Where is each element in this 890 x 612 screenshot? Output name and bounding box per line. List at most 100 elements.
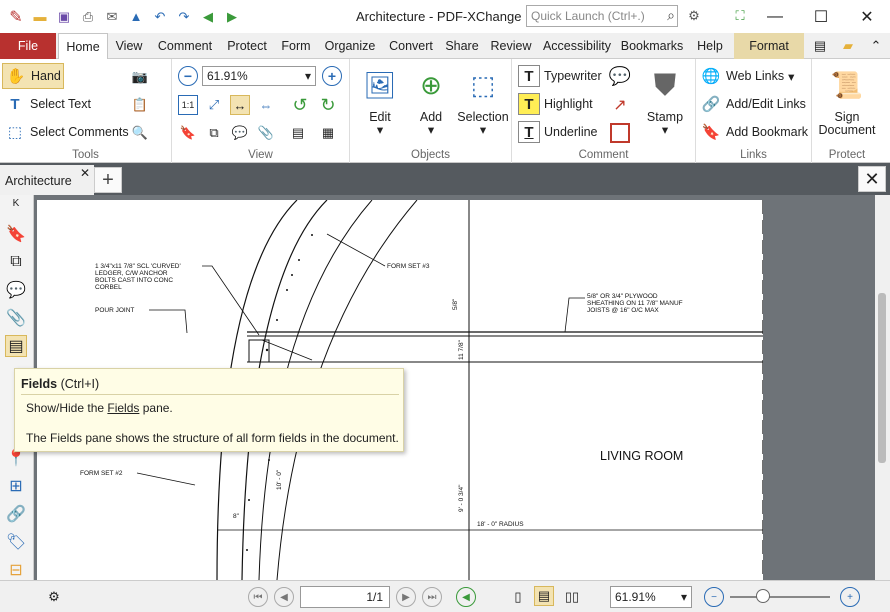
clipboard-icon[interactable]: 📋 (130, 95, 150, 115)
add-button[interactable]: ⊕ Add ▾ (408, 65, 454, 137)
tags-icon[interactable]: 🏷 (5, 531, 27, 553)
minimize-button[interactable]: — (752, 0, 798, 33)
fit-width-icon[interactable]: ↔ (230, 95, 250, 115)
settings-icon[interactable]: ⚙ (684, 6, 704, 26)
bookmarks-pane-icon[interactable]: 🔖 (178, 123, 198, 143)
rotate-right-icon[interactable]: ↻ (318, 95, 338, 115)
status-bar: ⚙ ⏮ ◀ 1/1 ▶ ⏭ ◀ ▯ ▤ ▯▯ 61.91% ▾ − + (0, 580, 890, 612)
tab-help[interactable]: Help (690, 33, 730, 59)
open-folder-icon[interactable]: ▬ (30, 7, 50, 27)
tab-accessibility[interactable]: Accessibility (540, 33, 614, 59)
select-text-button[interactable]: T Select Text (4, 93, 91, 115)
pane-collapse-icon[interactable]: K (5, 197, 27, 209)
email-icon[interactable]: ✉ (102, 7, 122, 27)
typewriter-button[interactable]: T Typewriter (518, 65, 602, 87)
page-number-input[interactable]: 1/1 (300, 586, 390, 608)
fit-page-icon[interactable]: ⤢ (204, 95, 224, 115)
status-zoom-select[interactable]: 61.91% ▾ (610, 586, 692, 608)
tab-protect[interactable]: Protect (222, 33, 272, 59)
collapse-ribbon-icon[interactable]: ⌃ (866, 36, 886, 56)
close-button[interactable]: ✕ (844, 0, 890, 33)
undo-icon[interactable]: ↶ (150, 7, 170, 27)
selection-button[interactable]: ⬚ Selection ▾ (456, 65, 510, 137)
tab-convert[interactable]: Convert (382, 33, 440, 59)
add-bookmark-button[interactable]: 🔖 Add Bookmark (700, 121, 808, 143)
web-links-button[interactable]: 🌐 Web Links ▾ (700, 65, 795, 87)
select-comments-button[interactable]: ⬚ Select Comments (4, 121, 129, 143)
fit-visible-icon[interactable]: ⇔ (256, 95, 276, 115)
single-page-icon[interactable]: ▯ (508, 587, 528, 607)
tab-format[interactable]: Format (734, 33, 804, 59)
structure-icon[interactable]: ⊞ (5, 475, 27, 497)
print-icon[interactable]: ⎙ (78, 7, 98, 27)
tab-file[interactable]: File (0, 33, 56, 59)
zoom-slider[interactable] (730, 596, 830, 598)
close-tab-icon[interactable]: ✕ (80, 166, 90, 180)
status-settings-icon[interactable]: ⚙ (44, 587, 64, 607)
layers-icon[interactable]: ⊟ (5, 559, 27, 581)
panes-icon[interactable]: ▦ (318, 123, 338, 143)
edit-button[interactable]: 🖼 Edit ▾ (356, 65, 404, 137)
tab-view[interactable]: View (110, 33, 148, 59)
actual-size-icon[interactable]: 1:1 (178, 95, 198, 115)
tab-comment[interactable]: Comment (150, 33, 220, 59)
tab-bookmarks[interactable]: Bookmarks (616, 33, 688, 59)
new-tab-button[interactable]: + (94, 167, 122, 193)
redo-icon[interactable]: ↷ (174, 7, 194, 27)
next-page-button[interactable]: ▶ (396, 587, 416, 607)
continuous-page-icon[interactable]: ▤ (534, 586, 554, 606)
facing-pages-icon[interactable]: ▯▯ (562, 587, 582, 607)
fields-icon[interactable]: ▤ (5, 335, 27, 357)
find-icon[interactable]: 🔍 (130, 123, 150, 143)
attachments-icon[interactable]: 📎 (5, 307, 27, 329)
back-view-button[interactable]: ◀ (456, 587, 476, 607)
tab-home[interactable]: Home (58, 33, 108, 60)
tab-review[interactable]: Review (484, 33, 538, 59)
select-comments-icon: ⬚ (7, 124, 23, 141)
add-edit-links-button[interactable]: 🔗 Add/Edit Links (700, 93, 806, 115)
tab-organize[interactable]: Organize (320, 33, 380, 59)
scan-icon[interactable]: ▲ (126, 7, 146, 27)
links-icon[interactable]: 🔗 (5, 503, 27, 525)
underline-button[interactable]: T Underline (518, 121, 598, 143)
previous-page-button[interactable]: ◀ (274, 587, 294, 607)
forward-icon[interactable]: ▶ (222, 7, 242, 27)
close-document-button[interactable]: ✕ (858, 166, 886, 192)
tab-form[interactable]: Form (274, 33, 318, 59)
first-page-button[interactable]: ⏮ (248, 587, 268, 607)
status-zoom-out-button[interactable]: − (704, 587, 724, 607)
comments-pane-icon[interactable]: 💬 (230, 123, 250, 143)
tab-share[interactable]: Share (442, 33, 482, 59)
hand-button[interactable]: ✋ Hand (2, 63, 64, 89)
last-page-button[interactable]: ⏭ (422, 587, 442, 607)
comments-icon[interactable]: 💬 (5, 279, 27, 301)
snapshot-icon[interactable]: 📷 (130, 67, 150, 87)
zoom-select[interactable]: 61.91% ▾ (202, 66, 316, 86)
scrollbar-thumb[interactable] (878, 293, 886, 463)
rotate-left-icon[interactable]: ↺ (290, 95, 310, 115)
fields-pane-icon[interactable]: ▤ (288, 123, 308, 143)
status-zoom-in-button[interactable]: + (840, 587, 860, 607)
stamp-button[interactable]: ⛊ Stamp ▾ (640, 65, 690, 137)
bookmarks-icon[interactable]: 🔖 (5, 223, 27, 245)
quick-launch-input[interactable]: Quick Launch (Ctrl+.) ⌕ (526, 5, 678, 27)
save-icon[interactable]: ▣ (54, 7, 74, 27)
highlight-button[interactable]: T Highlight (518, 93, 593, 115)
thumbnails-icon[interactable]: ⧉ (5, 251, 27, 273)
sticky-note-icon[interactable]: 💬 (609, 66, 631, 86)
fullscreen-icon[interactable]: ⛶ (730, 6, 750, 26)
maximize-button[interactable]: ☐ (798, 0, 844, 33)
zoom-slider-thumb[interactable] (756, 589, 770, 603)
zoom-in-icon[interactable]: + (322, 66, 342, 86)
search-icon[interactable]: ⌕ (667, 7, 675, 24)
document-properties-icon[interactable]: ▤ (810, 36, 830, 56)
attachments-pane-icon[interactable]: 📎 (256, 123, 276, 143)
pages-pane-icon[interactable]: ⧉ (204, 123, 224, 143)
document-tab-architecture[interactable]: Architecture ✕ (0, 165, 94, 195)
back-icon[interactable]: ◀ (198, 7, 218, 27)
zoom-out-icon[interactable]: − (178, 66, 198, 86)
folder-icon[interactable]: ▰ (838, 36, 858, 56)
sign-document-button[interactable]: 📜 Sign Document (816, 65, 878, 137)
rectangle-icon[interactable] (610, 123, 630, 143)
arrow-icon[interactable]: ↗ (610, 95, 630, 115)
